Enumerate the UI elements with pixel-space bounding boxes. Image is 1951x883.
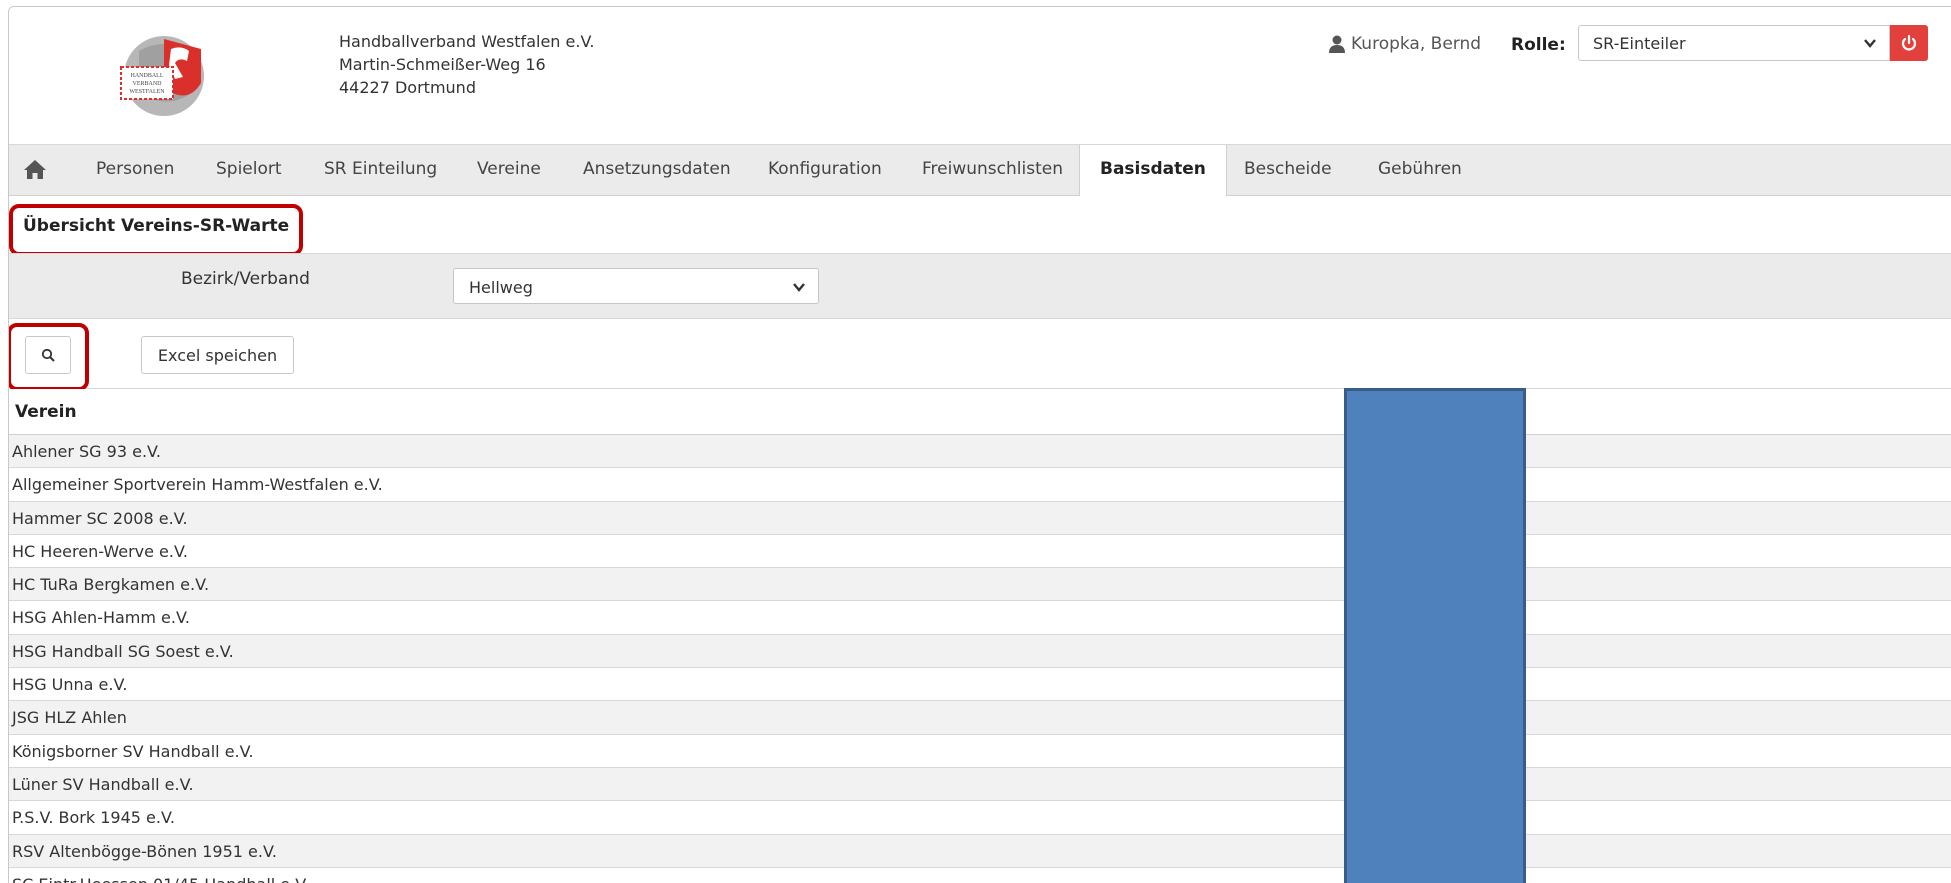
table-row[interactable]: Lüner SV Handball e.V. — [9, 767, 1951, 802]
table-row[interactable]: JSG HLZ Ahlen — [9, 701, 1951, 735]
nav-item-spielort[interactable]: Spielort — [196, 145, 302, 195]
current-user[interactable]: Kuropka, Bernd — [1329, 34, 1481, 54]
user-name: Kuropka, Bernd — [1351, 34, 1482, 54]
role-select[interactable]: SR-Einteiler — [1578, 25, 1890, 61]
bezirk-select-value: Hellweg — [469, 278, 533, 297]
page-title: Übersicht Vereins-SR-Warte — [23, 216, 290, 236]
table-row[interactable]: HSG Handball SG Soest e.V. — [9, 634, 1951, 669]
nav-item-konfiguration[interactable]: Konfiguration — [748, 145, 902, 195]
main-navigation: Personen Spielort SR Einteilung Vereine … — [9, 144, 1951, 197]
search-icon — [41, 348, 55, 362]
app-window: HANDBALL VERBAND WESTFALEN Handballverba… — [8, 6, 1951, 883]
table-body: Ahlener SG 93 e.V. Allgemeiner Sportvere… — [9, 435, 1951, 883]
nav-item-personen[interactable]: Personen — [76, 145, 194, 195]
table-row[interactable]: HC Heeren-Werve e.V. — [9, 534, 1951, 569]
tab-basisdaten[interactable]: Basisdaten — [1079, 145, 1227, 197]
org-street: Martin-Schmeißer-Weg 16 — [339, 55, 546, 74]
table-row[interactable]: RSV Altenbögge-Bönen 1951 e.V. — [9, 834, 1951, 868]
role-select-value: SR-Einteiler — [1593, 34, 1686, 53]
org-city: 44227 Dortmund — [339, 78, 476, 97]
nav-item-freiwunschlisten[interactable]: Freiwunschlisten — [902, 145, 1083, 195]
table-header-verein[interactable]: Verein — [9, 389, 1951, 435]
nav-item-ansetzungsdaten[interactable]: Ansetzungsdaten — [563, 145, 751, 195]
organization-address: Handballverband Westfalen e.V. Martin-Sc… — [339, 30, 594, 99]
nav-item-gebuehren[interactable]: Gebühren — [1358, 145, 1482, 195]
handballverband-logo: HANDBALL VERBAND WESTFALEN — [120, 36, 204, 116]
table-row[interactable]: Königsborner SV Handball e.V. — [9, 734, 1951, 768]
section-header: Übersicht Vereins-SR-Warte — [9, 196, 1951, 256]
search-button[interactable] — [25, 336, 71, 374]
chevron-down-icon — [793, 283, 805, 292]
nav-item-vereine[interactable]: Vereine — [457, 145, 561, 195]
verein-table: Verein Ahlener SG 93 e.V. Allgemeiner Sp… — [9, 389, 1951, 883]
nav-item-bescheide[interactable]: Bescheide — [1224, 145, 1352, 195]
table-row[interactable]: HSG Ahlen-Hamm e.V. — [9, 601, 1951, 635]
redaction-block — [1344, 388, 1526, 883]
power-icon — [1901, 34, 1917, 51]
logo-text-line-3: WESTFALEN — [129, 89, 165, 95]
logout-button[interactable] — [1890, 25, 1928, 61]
user-icon — [1329, 35, 1345, 53]
table-row[interactable]: P.S.V. Bork 1945 e.V. — [9, 801, 1951, 835]
org-name: Handballverband Westfalen e.V. — [339, 32, 595, 51]
logo-text-line-1: HANDBALL — [131, 73, 164, 79]
bezirk-label: Bezirk/Verband — [181, 269, 310, 289]
bezirk-select[interactable]: Hellweg — [453, 268, 819, 304]
nav-item-sr-einteilung[interactable]: SR Einteilung — [304, 145, 457, 195]
table-row[interactable]: SC Eintr.Heessen 01/45 Handball e.V. — [9, 867, 1951, 883]
excel-save-button[interactable]: Excel speichen — [141, 336, 294, 374]
chevron-down-icon — [1864, 39, 1876, 48]
logo-text-line-2: VERBAND — [132, 81, 162, 87]
table-row[interactable]: HC TuRa Bergkamen e.V. — [9, 568, 1951, 602]
action-bar: Excel speichen — [9, 319, 1951, 391]
table-row[interactable]: Allgemeiner Sportverein Hamm-Westfalen e… — [9, 468, 1951, 502]
table-row[interactable]: Hammer SC 2008 e.V. — [9, 501, 1951, 535]
role-label: Rolle: — [1511, 35, 1566, 55]
table-row[interactable]: Ahlener SG 93 e.V. — [9, 435, 1951, 469]
home-icon[interactable] — [23, 158, 47, 180]
table-row[interactable]: HSG Unna e.V. — [9, 668, 1951, 702]
filter-bar: Bezirk/Verband Hellweg — [9, 253, 1951, 319]
page-header: HANDBALL VERBAND WESTFALEN Handballverba… — [9, 7, 1951, 144]
